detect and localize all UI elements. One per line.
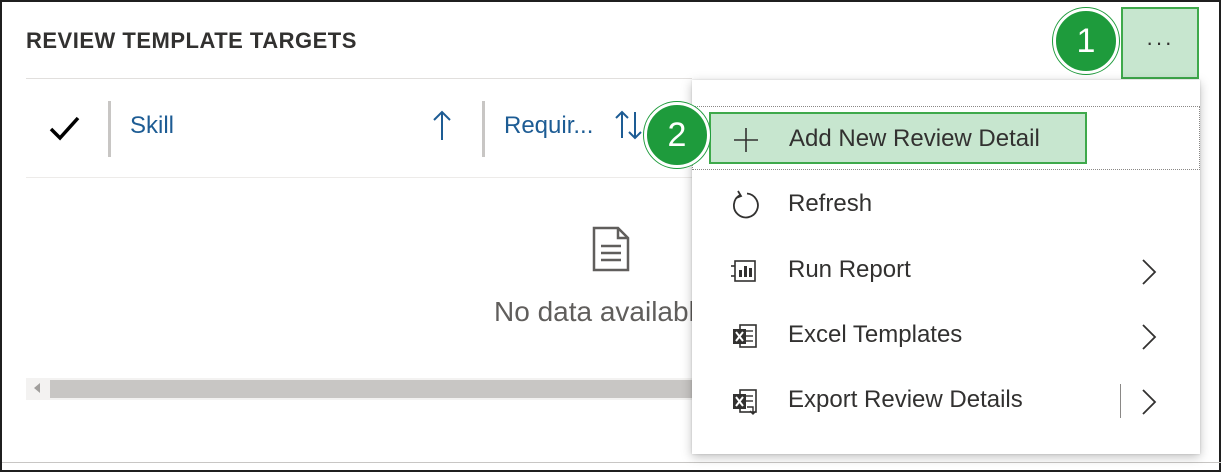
document-icon	[590, 226, 632, 272]
empty-state-message: No data available	[494, 296, 694, 327]
column-header-required[interactable]: Requir...	[504, 112, 593, 140]
scrollbar-thumb[interactable]	[50, 380, 692, 398]
bottom-divider	[2, 462, 1221, 463]
more-commands-button[interactable]: ···	[1121, 7, 1199, 79]
header-divider	[26, 177, 692, 178]
horizontal-scrollbar[interactable]	[26, 378, 692, 400]
column-separator[interactable]	[482, 101, 485, 157]
excel-export-icon	[730, 386, 760, 416]
menu-item-export-review-details[interactable]: Export Review Details	[692, 370, 1200, 434]
subgrid-panel: REVIEW TEMPLATE TARGETS Skill Requir...	[0, 0, 1221, 472]
menu-item-refresh[interactable]: Refresh	[692, 174, 1200, 238]
callout-badge-step-2: 2	[644, 102, 710, 168]
column-header-skill[interactable]: Skill	[130, 112, 174, 140]
overflow-menu: Add New Review Detail Refresh Run Report…	[692, 80, 1200, 454]
menu-item-add-new-review-detail[interactable]: Add New Review Detail	[692, 106, 1200, 170]
menu-item-label: Export Review Details	[788, 386, 1023, 413]
chevron-right-icon[interactable]	[1140, 388, 1158, 416]
menu-item-run-report[interactable]: Run Report	[692, 240, 1200, 304]
checkmark-icon	[49, 116, 80, 141]
chevron-right-icon[interactable]	[1140, 323, 1158, 351]
chevron-right-icon[interactable]	[1140, 258, 1158, 286]
excel-icon	[730, 321, 760, 351]
menu-item-label: Excel Templates	[788, 321, 963, 348]
plus-icon	[731, 125, 761, 155]
report-icon	[730, 256, 760, 286]
refresh-icon	[730, 190, 760, 220]
scroll-left-arrow-icon[interactable]	[34, 383, 40, 393]
sort-both-icon[interactable]	[614, 108, 644, 142]
section-title: REVIEW TEMPLATE TARGETS	[26, 28, 357, 53]
callout-badge-step-1: 1	[1053, 8, 1119, 74]
menu-item-label: Run Report	[788, 256, 911, 283]
title-divider	[26, 78, 692, 79]
select-all-checkmark[interactable]	[46, 112, 86, 144]
sort-ascending-icon[interactable]	[432, 108, 452, 142]
menu-item-label: Refresh	[788, 190, 873, 217]
menu-item-label: Add New Review Detail	[789, 125, 1040, 152]
split-divider	[1120, 384, 1121, 418]
column-separator[interactable]	[108, 101, 111, 157]
menu-item-excel-templates[interactable]: Excel Templates	[692, 305, 1200, 369]
